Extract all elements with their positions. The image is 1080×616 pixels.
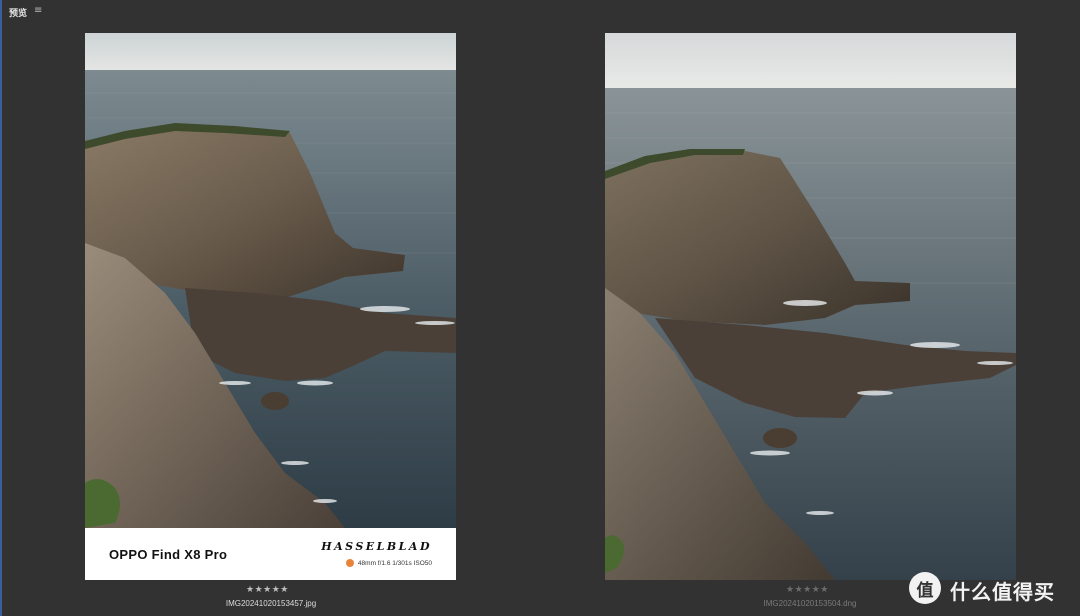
seascape-photo [605,33,1016,580]
seascape-photo [85,33,456,528]
menu-icon[interactable]: ≡ [34,5,42,16]
exif-row: 48mm f/1.6 1/301s ISO50 [345,559,432,567]
site-logo-glyph: 值 [916,580,934,601]
lens-dot-icon [345,559,354,567]
panel-title: 预览 [9,9,28,19]
exif-info: 48mm f/1.6 1/301s ISO50 [357,559,432,567]
rating-stars-left[interactable]: ★★★★★ [246,585,289,595]
brand-logo: HASSELBLAD [321,540,432,553]
rating-stars-right[interactable]: ★★★★★ [786,585,829,595]
preview-panel-header: 预览 ≡ [0,0,1080,22]
filename-right: IMG20241020153504.dng [763,599,857,608]
device-name: OPPO Find X8 Pro [109,547,228,562]
site-logo: 值 [909,572,941,604]
camera-watermark-bar: OPPO Find X8 Pro HASSELBLAD 48mm f/1.6 1… [85,528,456,580]
filename-left: IMG20241020153457.jpg [225,599,317,608]
selection-edge-line [0,0,2,616]
photo-preview-right[interactable] [605,33,1016,580]
photo-preview-left[interactable] [85,33,456,528]
site-name: 什么值得买 [950,580,1055,604]
